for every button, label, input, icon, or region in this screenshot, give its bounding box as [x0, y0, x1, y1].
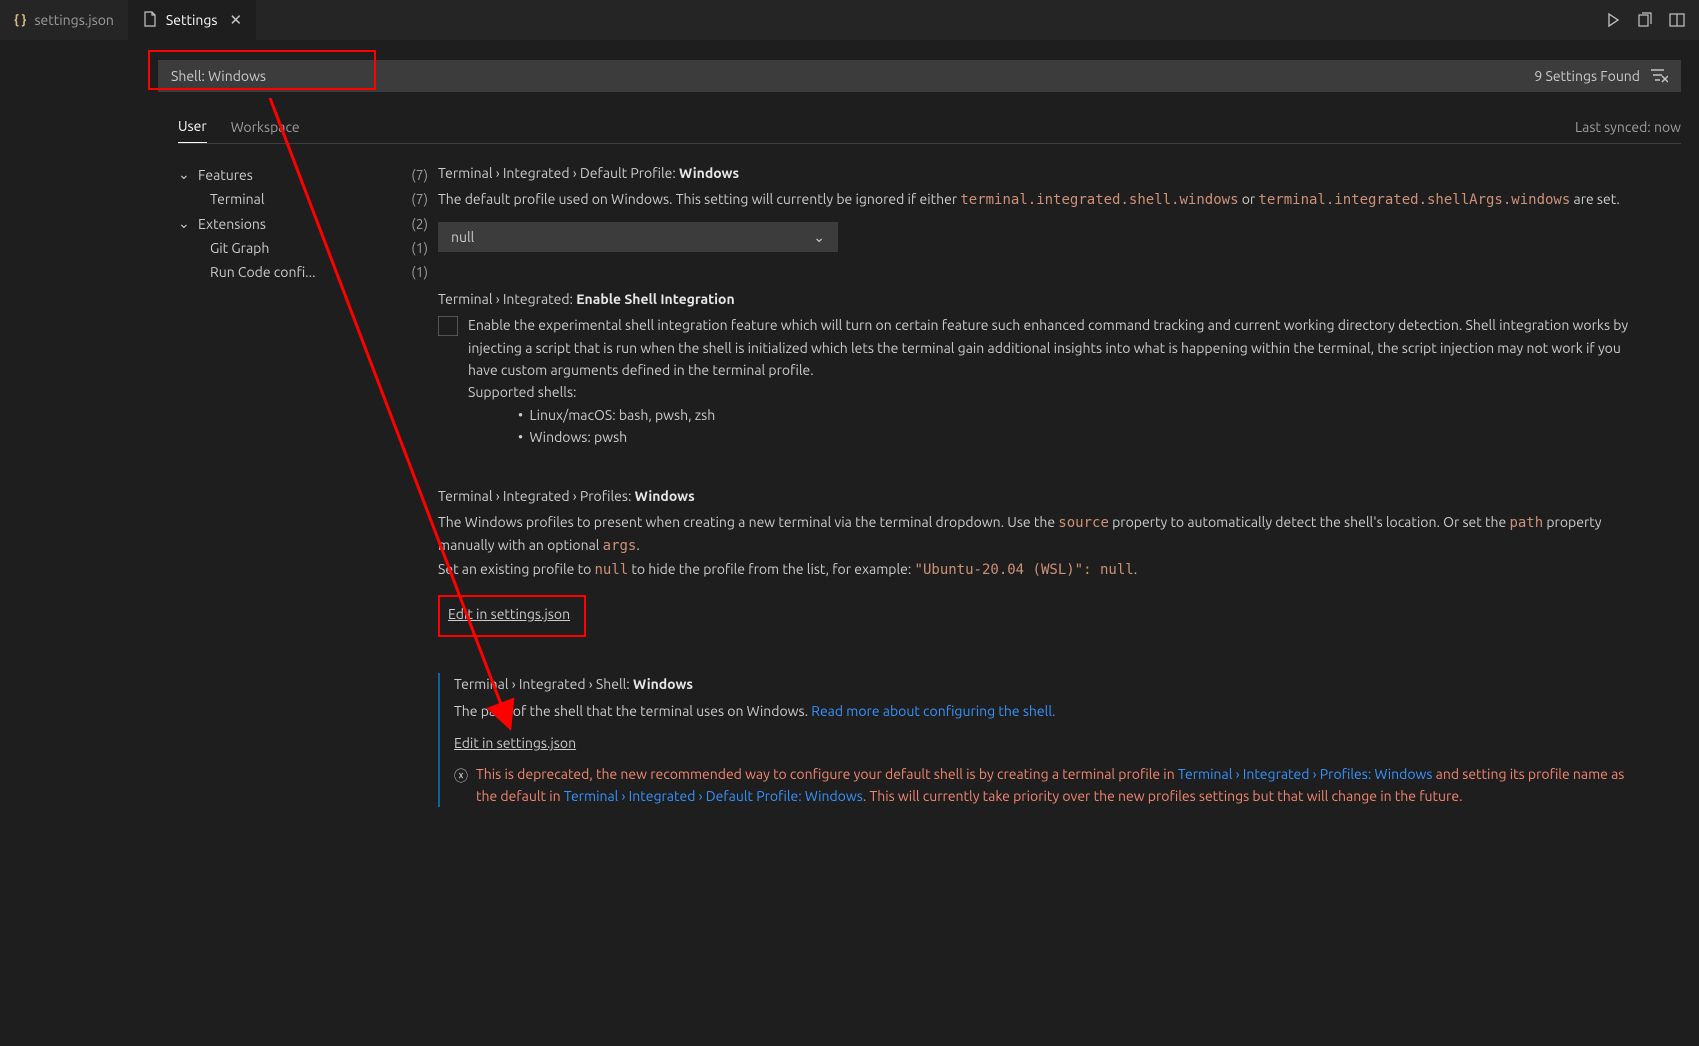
toc-runcode[interactable]: Run Code confi... (1) — [178, 260, 428, 284]
error-icon: ⓧ — [454, 765, 468, 808]
clear-filter-icon[interactable] — [1650, 67, 1668, 86]
setting-description: The Windows profiles to present when cre… — [438, 511, 1641, 581]
last-synced-label: Last synced: now — [1575, 119, 1681, 135]
scope-workspace[interactable]: Workspace — [231, 111, 300, 143]
json-icon: { } — [14, 13, 26, 27]
deprecation-link-profiles[interactable]: Terminal › Integrated › Profiles: Window… — [1178, 766, 1433, 782]
toc-extensions[interactable]: ⌄ Extensions (2) — [178, 211, 428, 236]
search-value: Shell: Windows — [171, 68, 266, 84]
scope-user[interactable]: User — [178, 110, 207, 143]
toc-terminal[interactable]: Terminal (7) — [178, 187, 428, 211]
chevron-down-icon: ⌄ — [178, 166, 198, 183]
tab-label: Settings — [166, 12, 218, 28]
setting-profiles-windows: Terminal › Integrated › Profiles: Window… — [438, 485, 1641, 638]
setting-select[interactable]: null ⌄ — [438, 222, 838, 252]
editor-tabs: { } settings.json Settings ✕ — [0, 0, 1699, 40]
close-icon[interactable]: ✕ — [229, 11, 242, 29]
setting-default-profile-windows: Terminal › Integrated › Default Profile:… — [438, 162, 1641, 252]
edit-in-settings-json-link[interactable]: Edit in settings.json — [454, 735, 576, 751]
edit-in-settings-json-link[interactable]: Edit in settings.json — [448, 606, 570, 622]
scope-tabs: User Workspace Last synced: now — [178, 110, 1681, 144]
settings-search-row: Shell: Windows 9 Settings Found — [158, 60, 1681, 92]
settings-list: Terminal › Integrated › Default Profile:… — [428, 162, 1681, 843]
search-results-count: 9 Settings Found — [1534, 67, 1668, 86]
setting-enable-shell-integration: Terminal › Integrated: Enable Shell Inte… — [438, 288, 1641, 449]
deprecation-message: This is deprecated, the new recommended … — [476, 763, 1641, 808]
setting-title: Terminal › Integrated › Default Profile:… — [438, 162, 1641, 184]
chevron-down-icon: ⌄ — [178, 215, 198, 232]
setting-shell-windows: Terminal › Integrated › Shell: Windows T… — [438, 673, 1641, 807]
bullet: • Windows: pwsh — [518, 426, 1641, 448]
chevron-down-icon: ⌄ — [813, 226, 825, 248]
toc-features[interactable]: ⌄ Features (7) — [178, 162, 428, 187]
deprecation-link-default-profile[interactable]: Terminal › Integrated › Default Profile:… — [564, 788, 863, 804]
settings-search-input[interactable]: Shell: Windows 9 Settings Found — [158, 60, 1681, 92]
settings-toc: ⌄ Features (7) Terminal (7) ⌄ Extensions… — [178, 162, 428, 843]
page-icon — [142, 11, 158, 30]
split-editor-icon[interactable] — [1669, 12, 1685, 28]
open-json-icon[interactable] — [1637, 12, 1653, 28]
editor-actions — [1605, 12, 1699, 28]
setting-checkbox[interactable] — [438, 316, 458, 336]
tab-settings[interactable]: Settings ✕ — [128, 0, 256, 40]
bullet: • Linux/macOS: bash, pwsh, zsh — [518, 404, 1641, 426]
setting-title: Terminal › Integrated: Enable Shell Inte… — [438, 288, 1641, 310]
annotation-highlight-edit: Edit in settings.json — [438, 595, 586, 637]
run-icon[interactable] — [1605, 12, 1621, 28]
tab-label: settings.json — [34, 12, 113, 28]
toc-gitgraph[interactable]: Git Graph (1) — [178, 236, 428, 260]
setting-title: Terminal › Integrated › Shell: Windows — [454, 673, 1641, 695]
setting-title: Terminal › Integrated › Profiles: Window… — [438, 485, 1641, 507]
setting-description: The default profile used on Windows. Thi… — [438, 188, 1641, 211]
tab-settings-json[interactable]: { } settings.json — [0, 0, 128, 40]
setting-description: Enable the experimental shell integratio… — [468, 314, 1641, 448]
read-more-link[interactable]: Read more about configuring the shell. — [811, 703, 1055, 719]
setting-description: The path of the shell that the terminal … — [454, 700, 1641, 722]
